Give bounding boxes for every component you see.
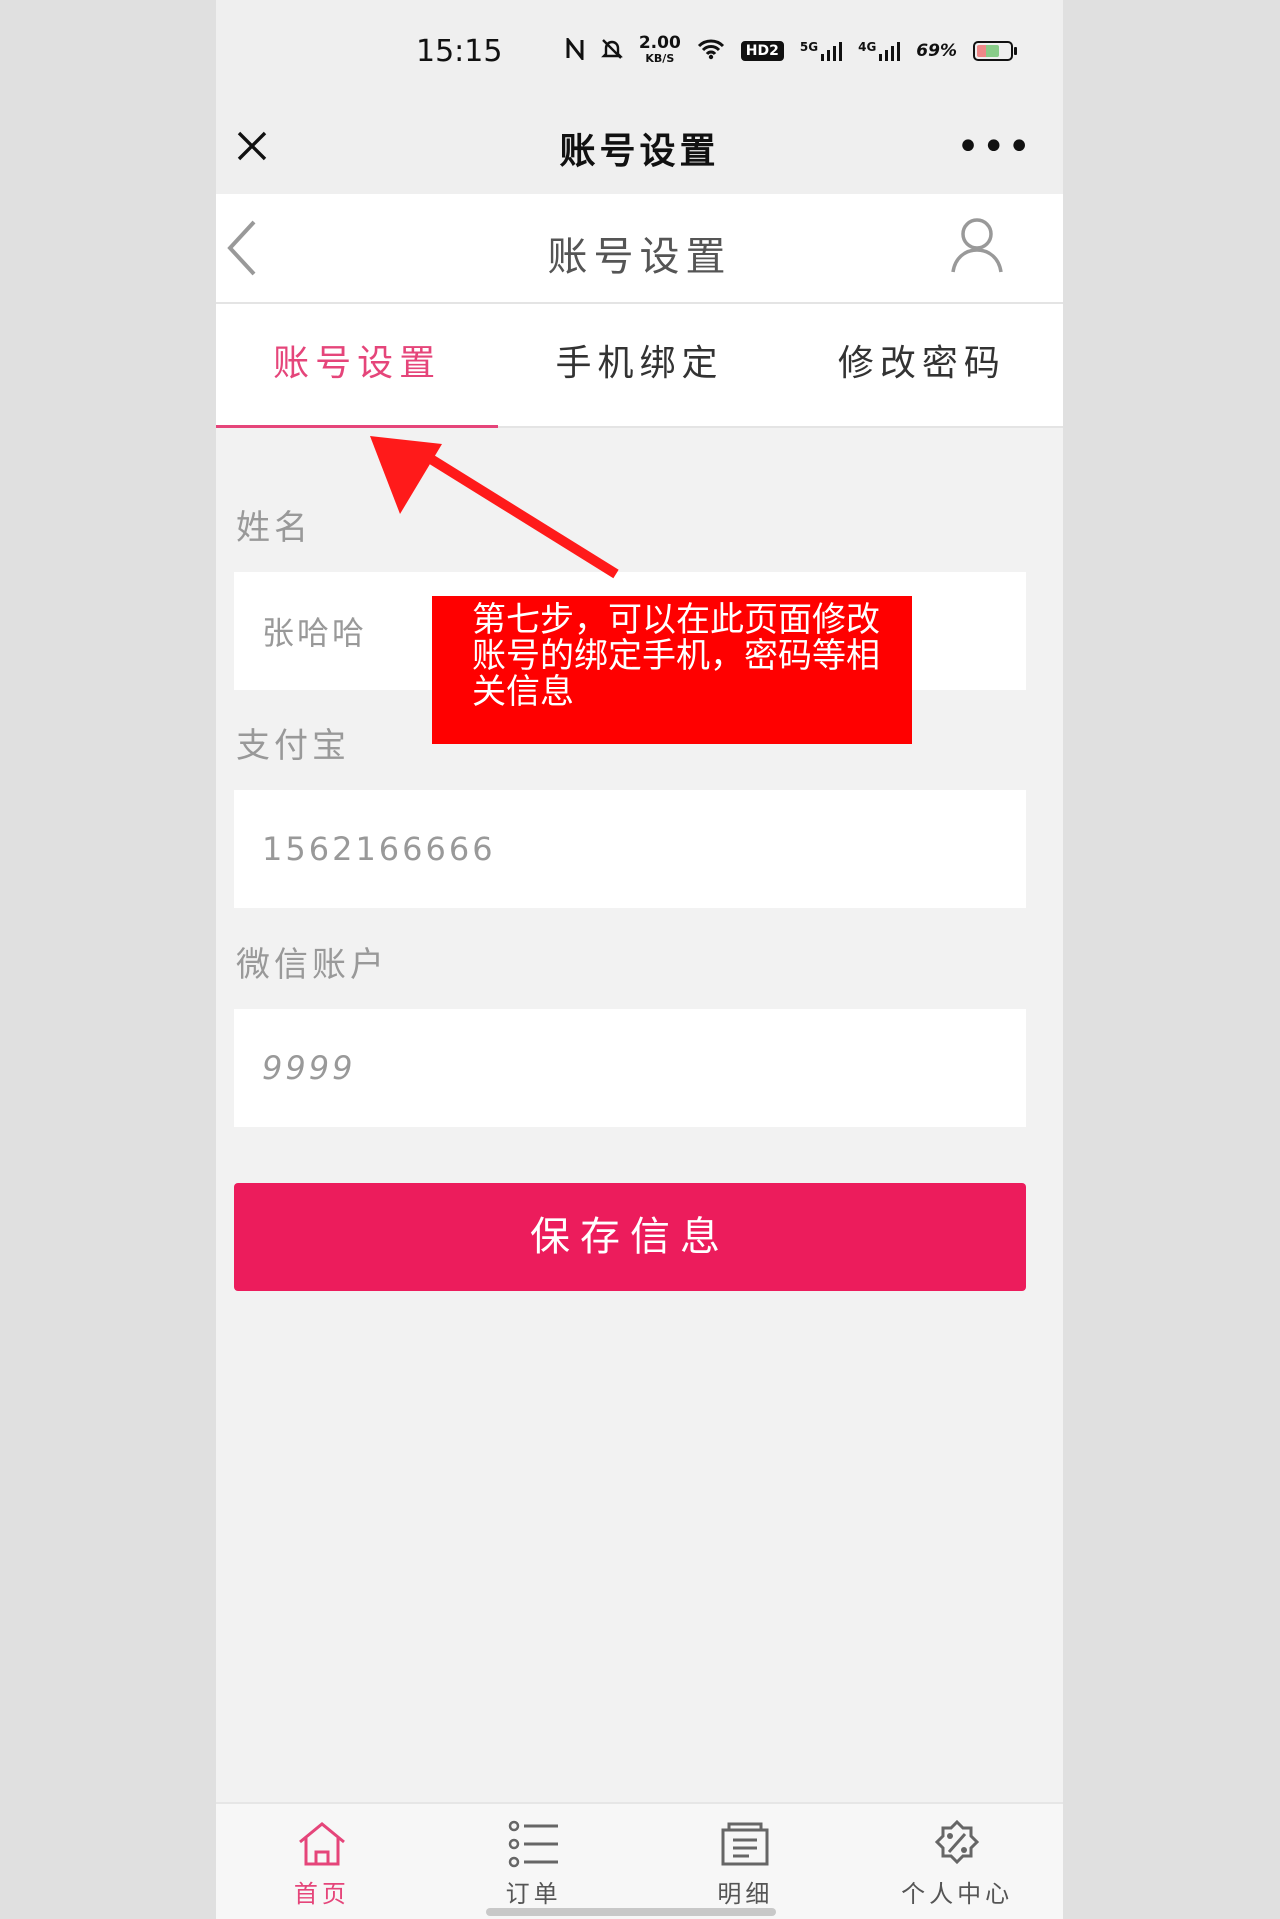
list-icon [508, 1820, 558, 1868]
wechat-field-box [234, 1009, 1026, 1127]
status-icons: 2.00 KB/S HD2 5G 4G 69% [565, 33, 1017, 66]
alipay-field-box [234, 790, 1026, 908]
nav-orders-label: 订单 [505, 1880, 562, 1908]
nav-home[interactable]: 首页 [216, 1804, 428, 1919]
battery-percent: 69% [916, 41, 957, 61]
nav-details[interactable]: 明细 [640, 1804, 852, 1919]
wechat-title-bar: 账号设置 ••• [216, 100, 1063, 194]
annotation-arrow-icon [370, 436, 619, 579]
speed-unit: KB/S [645, 52, 675, 65]
signal-5g-icon: 5G [799, 40, 843, 62]
status-time: 15:15 [416, 34, 503, 69]
annotation-callout: 第七步，可以在此页面修改账号的绑定手机，密码等相关信息 [432, 596, 912, 744]
name-label: 姓名 [236, 508, 312, 548]
tab-phone-binding[interactable]: 手机绑定 [498, 304, 780, 426]
alipay-label: 支付宝 [236, 726, 350, 766]
home-indicator[interactable] [486, 1908, 776, 1916]
user-profile-button[interactable] [947, 214, 1007, 278]
battery-icon [973, 41, 1017, 61]
tab-account-settings[interactable]: 账号设置 [216, 304, 499, 428]
speed-value: 2.00 [638, 33, 681, 53]
page-title: 账号设置 [547, 234, 732, 280]
signal-4g-icon: 4G [858, 40, 901, 62]
save-info-button[interactable]: 保存信息 [234, 1183, 1026, 1291]
nav-profile[interactable]: 个人中心 [851, 1804, 1063, 1919]
nav-profile-label: 个人中心 [901, 1880, 1014, 1908]
nav-orders[interactable]: 订单 [428, 1804, 640, 1919]
bell-muted-icon [600, 38, 623, 65]
status-bar: 15:15 2.00 KB/S HD2 5G 4G 69% [216, 0, 1063, 100]
home-icon [298, 1822, 345, 1866]
alipay-input[interactable] [260, 829, 1026, 869]
bottom-nav: 首页 订单 明细 个人中心 [216, 1802, 1063, 1919]
network-speed: 2.00 KB/S [638, 33, 681, 66]
phone-screen: 15:15 2.00 KB/S HD2 5G 4G 69% 账号设置 ••• 账… [216, 0, 1063, 1919]
wechat-account-input[interactable] [260, 1048, 1026, 1088]
discount-icon [935, 1820, 980, 1865]
wifi-icon [697, 38, 725, 65]
wechat-page-title: 账号设置 [559, 131, 720, 172]
settings-tabs: 账号设置 手机绑定 修改密码 [216, 304, 1063, 428]
app-header: 账号设置 [216, 194, 1063, 304]
nav-details-label: 明细 [717, 1880, 774, 1908]
net-type-1: 5G [799, 40, 819, 54]
tab-change-password[interactable]: 修改密码 [781, 304, 1063, 426]
user-icon [951, 218, 1003, 273]
net-type-2: 4G [858, 40, 877, 54]
hd-badge: HD2 [740, 41, 784, 61]
nfc-icon [565, 35, 585, 65]
wechat-account-label: 微信账户 [236, 945, 388, 985]
receipt-icon [721, 1822, 769, 1866]
nav-home-label: 首页 [293, 1880, 350, 1908]
more-menu-button[interactable]: ••• [956, 124, 1033, 170]
